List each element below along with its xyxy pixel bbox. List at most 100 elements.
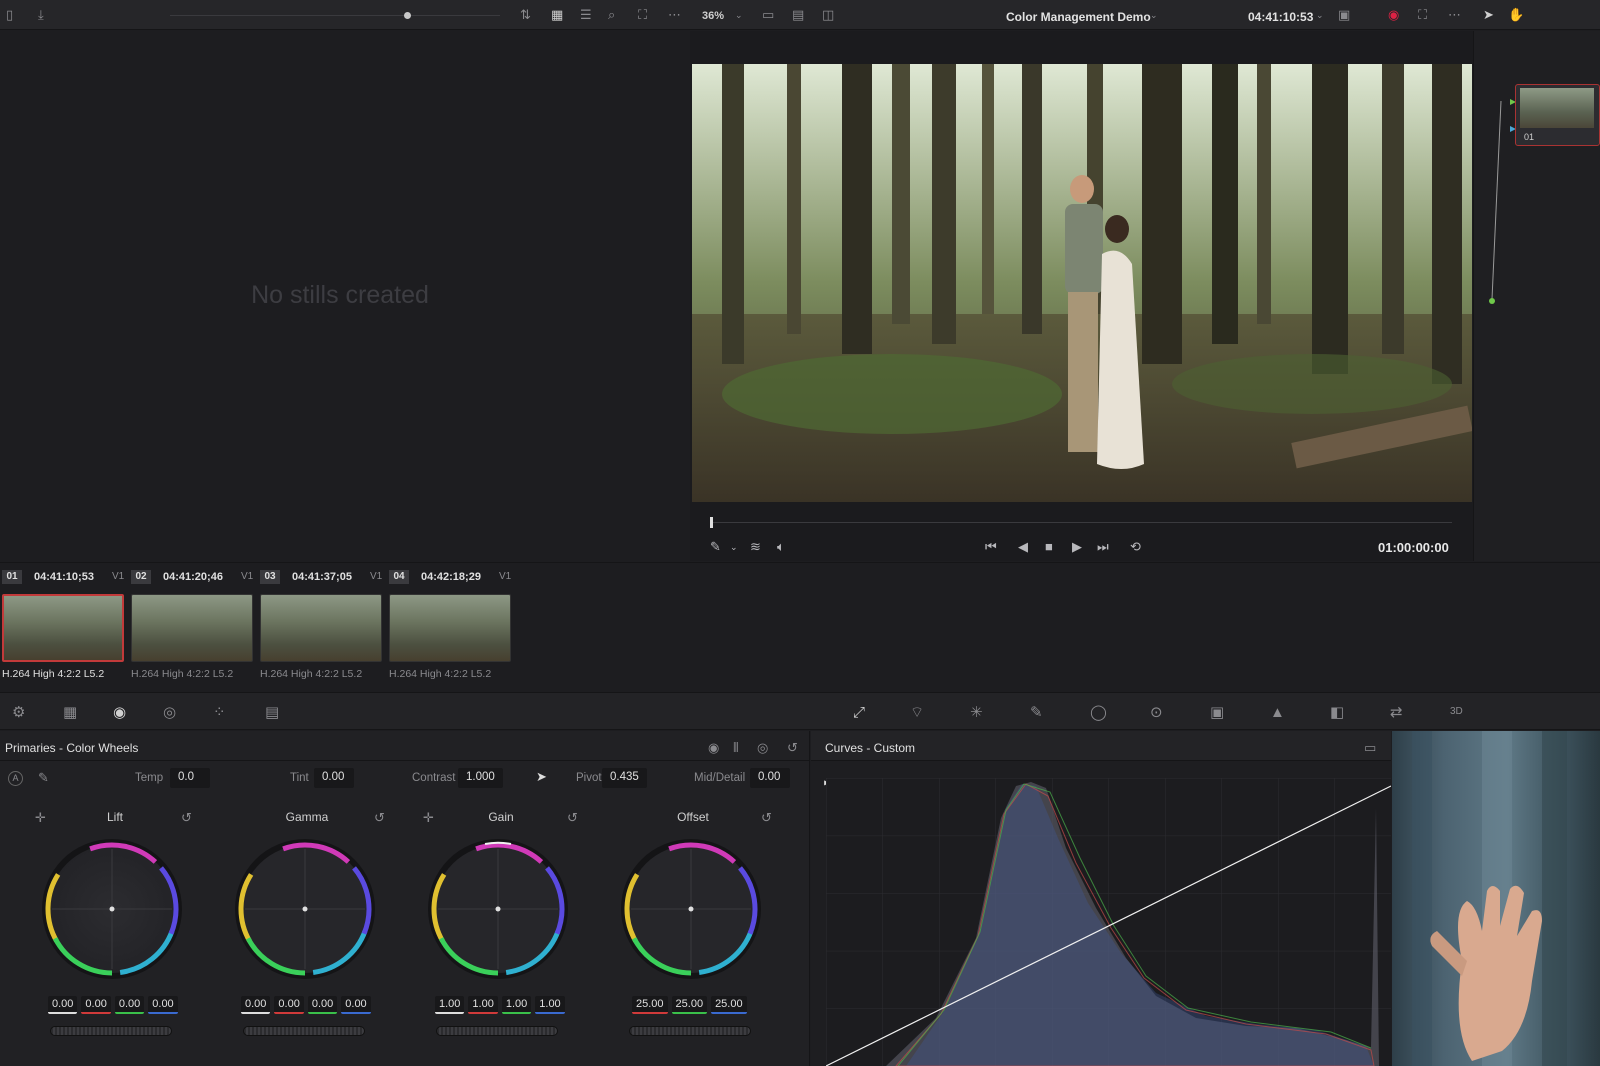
reset-icon[interactable]: ↺ (787, 741, 798, 754)
node-01[interactable]: 01 (1515, 84, 1600, 146)
color-wheel-icon[interactable]: ◉ (1388, 8, 1399, 21)
gamma-b-value[interactable]: 0.00 (341, 996, 371, 1014)
play-reverse-icon[interactable]: ◀ (1018, 540, 1028, 553)
volume-icon[interactable]: 🔈︎ (777, 540, 785, 553)
contrast-field[interactable]: 1.000 (458, 768, 503, 788)
reset-icon[interactable]: ↺ (761, 811, 772, 824)
offset-master-jog[interactable] (629, 1026, 751, 1036)
lift-g-value[interactable]: 0.00 (114, 996, 145, 1014)
viewer-scrubber[interactable] (710, 522, 1452, 523)
crosshair-icon[interactable]: ✛ (35, 811, 46, 824)
motion-effects-icon[interactable]: ▤ (265, 705, 279, 720)
magic-mask-icon[interactable]: ▣ (1210, 705, 1224, 720)
tint-field[interactable]: 0.00 (314, 768, 354, 788)
loop-icon[interactable]: ⟲ (1130, 540, 1141, 553)
color-match-icon[interactable]: ▦ (63, 705, 77, 720)
crosshair-icon[interactable]: ✛ (423, 811, 434, 824)
gamma-wheel[interactable] (230, 834, 380, 984)
thumb-size-slider[interactable] (170, 15, 500, 16)
offset-r-value[interactable]: 25.00 (632, 996, 668, 1014)
reset-icon[interactable]: ↺ (374, 811, 385, 824)
gain-wheel[interactable] (423, 834, 573, 984)
blur-icon[interactable]: ▲ (1270, 705, 1285, 720)
search-icon[interactable]: ⌕ (608, 8, 615, 21)
temp-field[interactable]: 0.0 (170, 768, 210, 788)
camera-raw-icon[interactable]: ⚙ (12, 705, 25, 720)
compare-viewer-icon[interactable]: ◫ (822, 8, 834, 21)
chevron-down-icon[interactable]: ⌄ (1316, 11, 1324, 20)
clip-thumbnail[interactable] (2, 594, 124, 662)
3d-icon[interactable]: 3D (1450, 707, 1463, 717)
gamma-y-value[interactable]: 0.00 (241, 996, 271, 1014)
pointer-tool-icon[interactable]: ➤ (1483, 8, 1494, 21)
wheels-mode-icon[interactable]: ◉ (708, 741, 719, 754)
go-to-end-icon[interactable]: ⏭︎ (1097, 540, 1109, 553)
gamma-g-value[interactable]: 0.00 (307, 996, 338, 1014)
gain-r-value[interactable]: 1.00 (468, 996, 498, 1014)
gain-master-jog[interactable] (436, 1026, 558, 1036)
gamma-r-value[interactable]: 0.00 (274, 996, 304, 1014)
tracker-icon[interactable]: ⊙ (1150, 705, 1163, 720)
reset-icon[interactable]: ↺ (567, 811, 578, 824)
lift-b-value[interactable]: 0.00 (148, 996, 178, 1014)
color-warper-icon[interactable]: ⌔ (910, 705, 924, 720)
more-options-icon[interactable]: ⋯ (668, 8, 681, 21)
thumb-size-slider-knob[interactable] (404, 12, 411, 19)
project-title[interactable]: Color Management Demo (1006, 10, 1151, 24)
sort-icon[interactable]: ⇅ (520, 8, 531, 21)
curves-graph[interactable] (826, 778, 1391, 1066)
clip-thumbnail[interactable] (389, 594, 511, 662)
grid-view-icon[interactable]: ▦ (551, 8, 563, 21)
offset-g-value[interactable]: 25.00 (671, 996, 708, 1014)
chevron-down-icon[interactable]: ⌄ (1150, 11, 1158, 20)
eyedropper-icon[interactable]: ✎ (710, 540, 721, 553)
curves-options-icon[interactable]: ▭ (1364, 741, 1376, 754)
reset-icon[interactable]: ↺ (181, 811, 192, 824)
gamma-master-jog[interactable] (243, 1026, 365, 1036)
layers-icon[interactable]: ≋ (750, 540, 761, 553)
clip-thumbnail[interactable] (260, 594, 382, 662)
gain-b-value[interactable]: 1.00 (535, 996, 565, 1014)
qualifier-icon[interactable]: ✳ (970, 705, 983, 720)
import-icon[interactable]: ⤓ (38, 8, 44, 21)
color-wheels-icon[interactable]: ◉ (113, 705, 126, 720)
rgb-mixer-icon[interactable]: ⁘ (213, 705, 226, 720)
lift-r-value[interactable]: 0.00 (81, 996, 111, 1014)
hand-tool-icon[interactable]: ✋ (1508, 8, 1524, 21)
lift-wheel[interactable] (37, 834, 187, 984)
lift-master-jog[interactable] (50, 1026, 172, 1036)
playhead[interactable] (710, 517, 713, 528)
middetail-field[interactable]: 0.00 (750, 768, 790, 788)
more-options-icon[interactable]: ⋯ (1448, 8, 1461, 21)
single-viewer-icon[interactable]: ▭ (762, 8, 774, 21)
hdr-wheels-icon[interactable]: ◎ (163, 705, 176, 720)
go-to-start-icon[interactable]: ⏮︎ (985, 540, 997, 553)
stop-icon[interactable]: ■ (1045, 540, 1053, 553)
clip-thumbnail[interactable] (131, 594, 253, 662)
eyedropper-icon[interactable]: ✎ (1030, 705, 1043, 720)
play-icon[interactable]: ▶ (1072, 540, 1082, 553)
scopes-icon[interactable]: ▣ (1338, 8, 1350, 21)
split-viewer-icon[interactable]: ▤ (792, 8, 804, 21)
window-icon[interactable]: ◯ (1090, 705, 1107, 720)
chevron-down-icon[interactable]: ⌄ (730, 543, 738, 552)
fit-icon[interactable]: ⛶ (638, 8, 647, 21)
white-balance-picker-icon[interactable]: ✎ (38, 771, 49, 784)
log-mode-icon[interactable]: ◎ (757, 741, 768, 754)
fullscreen-icon[interactable]: ⛶ (1418, 8, 1427, 21)
viewer-frame[interactable] (692, 64, 1472, 502)
key-icon[interactable]: ◧ (1330, 705, 1344, 720)
bars-mode-icon[interactable]: ⦀ (733, 741, 739, 754)
curves-icon[interactable]: ⤢ (853, 705, 865, 720)
sizing-icon[interactable]: ⇄ (1390, 705, 1403, 720)
lift-y-value[interactable]: 0.00 (48, 996, 78, 1014)
pivot-field[interactable]: 0.435 (602, 768, 647, 788)
panel-toggle-icon[interactable]: ▯ (6, 8, 13, 21)
chevron-down-icon[interactable]: ⌄ (735, 11, 743, 20)
auto-balance-icon[interactable]: A (8, 771, 23, 786)
offset-wheel[interactable] (616, 834, 766, 984)
gain-y-value[interactable]: 1.00 (435, 996, 465, 1014)
zoom-level[interactable]: 36% (702, 10, 724, 22)
gain-g-value[interactable]: 1.00 (501, 996, 532, 1014)
offset-b-value[interactable]: 25.00 (711, 996, 747, 1014)
